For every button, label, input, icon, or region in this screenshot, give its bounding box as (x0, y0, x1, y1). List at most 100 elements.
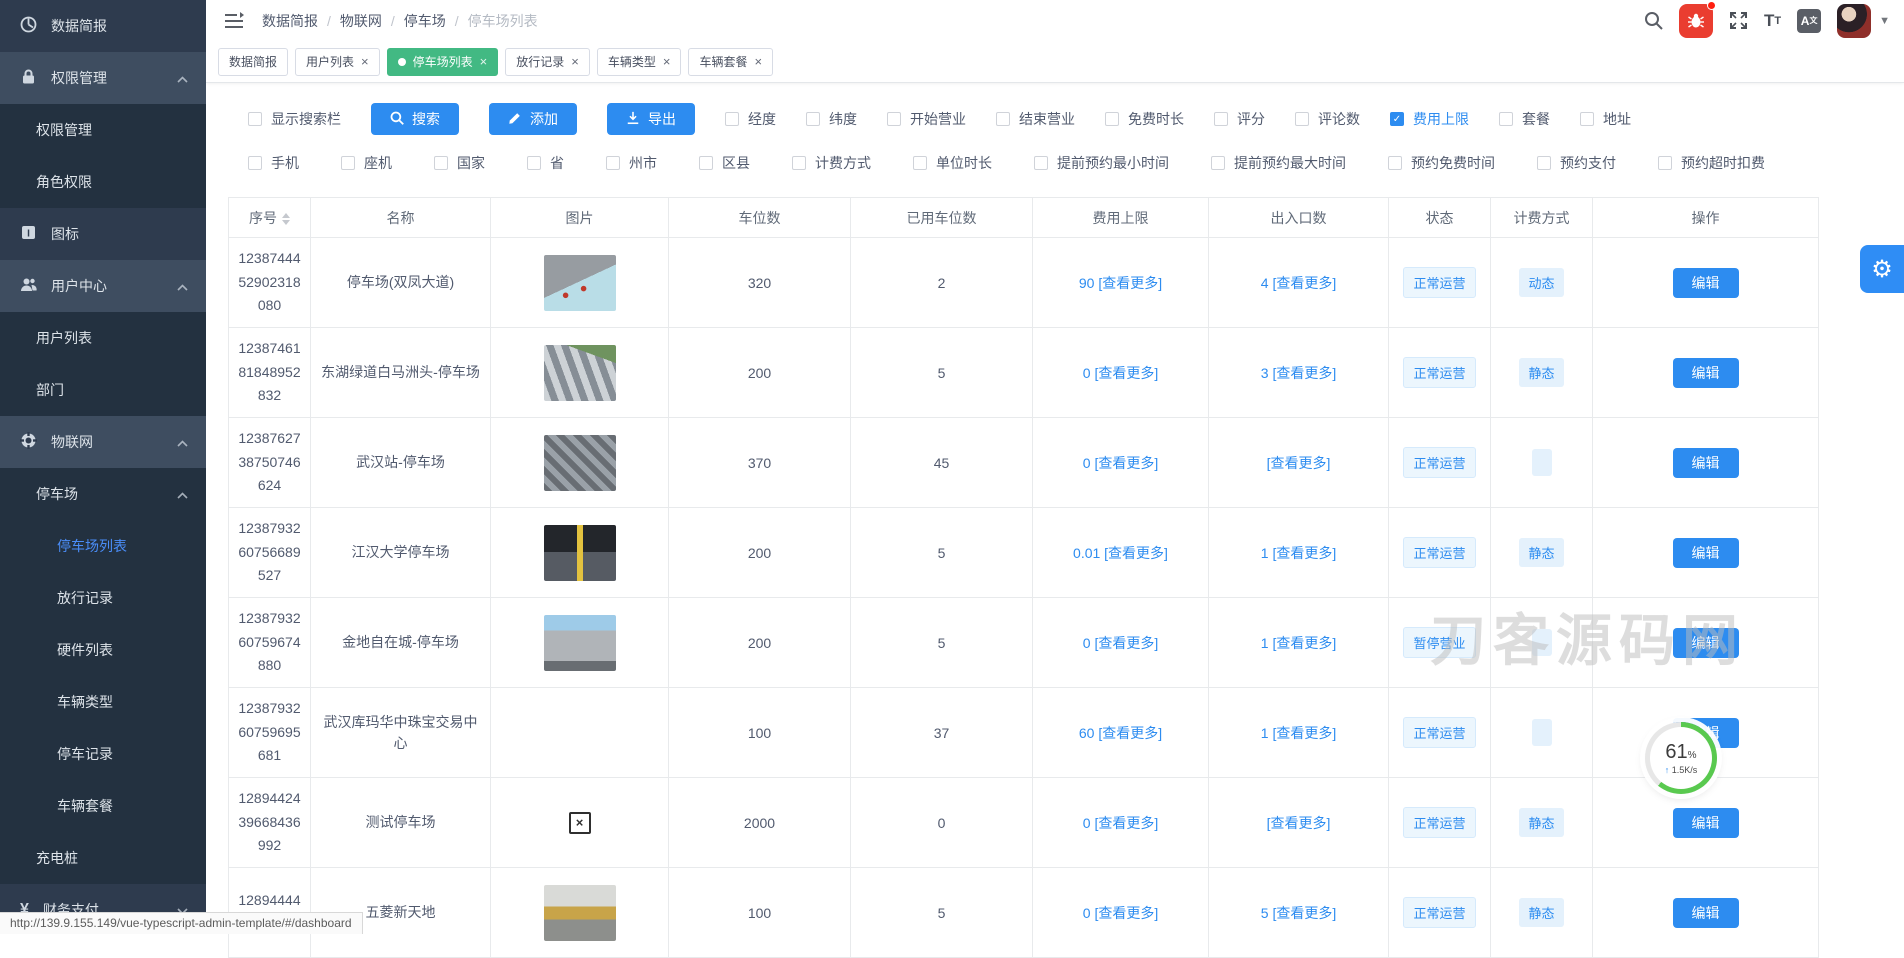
fee-more-link[interactable]: 0 [查看更多] (1083, 365, 1158, 381)
filter-checkbox-纬度[interactable]: 纬度 (806, 109, 857, 129)
breadcrumb-item[interactable]: 数据简报 (262, 11, 318, 31)
filter-checkbox-费用上限[interactable]: ✓费用上限 (1390, 109, 1469, 129)
hamburger-icon[interactable] (224, 12, 244, 30)
filter-checkbox-套餐[interactable]: 套餐 (1499, 109, 1550, 129)
breadcrumb-item[interactable]: 停车场 (404, 11, 446, 31)
sidebar-item-用户列表[interactable]: 用户列表 (0, 312, 206, 364)
bug-button[interactable] (1679, 4, 1713, 38)
sidebar-item-权限管理[interactable]: 权限管理 (0, 52, 206, 104)
sidebar-item-label: 停车记录 (57, 744, 113, 764)
tab-放行记录[interactable]: 放行记录× (505, 48, 590, 76)
tab-车辆类型[interactable]: 车辆类型× (597, 48, 682, 76)
filter-checkbox-区县[interactable]: 区县 (699, 153, 750, 173)
checkbox-label: 国家 (457, 153, 485, 173)
fullscreen-icon[interactable] (1729, 11, 1748, 30)
tab-数据简报[interactable]: 数据简报 (218, 48, 288, 76)
filter-checkbox-提前预约最小时间[interactable]: 提前预约最小时间 (1034, 153, 1169, 173)
gates-more-link[interactable]: 3 [查看更多] (1261, 365, 1336, 381)
filter-checkbox-结束营业[interactable]: 结束营业 (996, 109, 1075, 129)
filter-checkbox-计费方式[interactable]: 计费方式 (792, 153, 871, 173)
cell-used: 5 (851, 508, 1033, 598)
gates-more-link[interactable]: [查看更多] (1267, 815, 1331, 831)
sort-carets-icon[interactable] (282, 213, 290, 225)
tab-用户列表[interactable]: 用户列表× (295, 48, 380, 76)
settings-gear-button[interactable]: ⚙ (1860, 245, 1904, 293)
gates-more-link[interactable]: 1 [查看更多] (1261, 635, 1336, 651)
filter-checkbox-座机[interactable]: 座机 (341, 153, 392, 173)
fee-more-link[interactable]: 0 [查看更多] (1083, 905, 1158, 921)
sidebar-item-图标[interactable]: I图标 (0, 208, 206, 260)
filter-checkbox-评分[interactable]: 评分 (1214, 109, 1265, 129)
filter-checkbox-单位时长[interactable]: 单位时长 (913, 153, 992, 173)
sidebar-item-角色权限[interactable]: 角色权限 (0, 156, 206, 208)
cell-billing (1491, 418, 1593, 508)
filter-checkbox-地址[interactable]: 地址 (1580, 109, 1631, 129)
gates-more-link[interactable]: 1 [查看更多] (1261, 545, 1336, 561)
fee-more-link[interactable]: 0 [查看更多] (1083, 635, 1158, 651)
gates-more-link[interactable]: 4 [查看更多] (1261, 275, 1336, 291)
edit-button[interactable]: 编辑 (1673, 448, 1739, 478)
sidebar-item-用户中心[interactable]: 用户中心 (0, 260, 206, 312)
caret-down-icon[interactable]: ▼ (1879, 15, 1890, 27)
tab-车辆套餐[interactable]: 车辆套餐× (688, 48, 773, 76)
edit-button[interactable]: 编辑 (1673, 268, 1739, 298)
translate-icon[interactable]: A文 (1797, 9, 1821, 33)
filter-checkbox-省[interactable]: 省 (527, 153, 564, 173)
filter-checkbox-免费时长[interactable]: 免费时长 (1105, 109, 1184, 129)
filter-checkbox-预约支付[interactable]: 预约支付 (1537, 153, 1616, 173)
edit-button[interactable]: 编辑 (1673, 898, 1739, 928)
show-search-checkbox-显示搜索栏[interactable]: 显示搜索栏 (248, 109, 341, 129)
cell-gates: [查看更多] (1209, 778, 1389, 868)
sidebar-item-放行记录[interactable]: 放行记录 (0, 572, 206, 624)
search-icon[interactable] (1644, 11, 1663, 30)
sidebar-item-充电桩[interactable]: 充电桩 (0, 832, 206, 884)
filter-checkbox-预约免费时间[interactable]: 预约免费时间 (1388, 153, 1495, 173)
filter-checkbox-州市[interactable]: 州市 (606, 153, 657, 173)
fee-more-link[interactable]: 0 [查看更多] (1083, 815, 1158, 831)
gates-more-link[interactable]: 5 [查看更多] (1261, 905, 1336, 921)
fee-more-link[interactable]: 90 [查看更多] (1079, 275, 1162, 291)
sidebar-item-车辆类型[interactable]: 车辆类型 (0, 676, 206, 728)
filter-checkbox-评论数[interactable]: 评论数 (1295, 109, 1360, 129)
sidebar-item-部门[interactable]: 部门 (0, 364, 206, 416)
export-button[interactable]: 导出 (607, 103, 695, 135)
filter-checkbox-国家[interactable]: 国家 (434, 153, 485, 173)
status-badge: 正常运营 (1403, 897, 1475, 928)
close-icon[interactable]: × (754, 55, 762, 68)
gates-more-link[interactable]: [查看更多] (1267, 455, 1331, 471)
gates-more-link[interactable]: 1 [查看更多] (1261, 725, 1336, 741)
cell-image (491, 328, 669, 418)
sidebar-item-车辆套餐[interactable]: 车辆套餐 (0, 780, 206, 832)
fee-more-link[interactable]: 0.01 [查看更多] (1073, 545, 1168, 561)
breadcrumb-item[interactable]: 物联网 (340, 11, 382, 31)
status-badge: 正常运营 (1403, 267, 1475, 298)
edit-button[interactable]: 编辑 (1673, 808, 1739, 838)
close-icon[interactable]: × (361, 55, 369, 68)
edit-button[interactable]: 编辑 (1673, 538, 1739, 568)
sidebar-item-label: 图标 (51, 224, 79, 244)
edit-button[interactable]: 编辑 (1673, 358, 1739, 388)
sidebar-item-停车场[interactable]: 停车场 (0, 468, 206, 520)
sidebar-item-停车记录[interactable]: 停车记录 (0, 728, 206, 780)
sidebar-item-硬件列表[interactable]: 硬件列表 (0, 624, 206, 676)
close-icon[interactable]: × (663, 55, 671, 68)
fee-more-link[interactable]: 60 [查看更多] (1079, 725, 1162, 741)
font-size-icon[interactable]: TT (1764, 11, 1781, 31)
fee-more-link[interactable]: 0 [查看更多] (1083, 455, 1158, 471)
close-icon[interactable]: × (480, 55, 488, 68)
sidebar-item-数据简报[interactable]: 数据简报 (0, 0, 206, 52)
edit-button[interactable]: 编辑 (1673, 628, 1739, 658)
close-icon[interactable]: × (571, 55, 579, 68)
search-button[interactable]: 搜索 (371, 103, 459, 135)
sidebar-item-权限管理[interactable]: 权限管理 (0, 104, 206, 156)
add-button[interactable]: 添加 (489, 103, 577, 135)
filter-checkbox-经度[interactable]: 经度 (725, 109, 776, 129)
filter-checkbox-预约超时扣费[interactable]: 预约超时扣费 (1658, 153, 1765, 173)
avatar[interactable] (1837, 4, 1871, 38)
filter-checkbox-开始营业[interactable]: 开始营业 (887, 109, 966, 129)
sidebar-item-物联网[interactable]: 物联网 (0, 416, 206, 468)
filter-checkbox-提前预约最大时间[interactable]: 提前预约最大时间 (1211, 153, 1346, 173)
tab-停车场列表[interactable]: 停车场列表× (387, 48, 499, 76)
sidebar-item-停车场列表[interactable]: 停车场列表 (0, 520, 206, 572)
filter-checkbox-手机[interactable]: 手机 (248, 153, 299, 173)
